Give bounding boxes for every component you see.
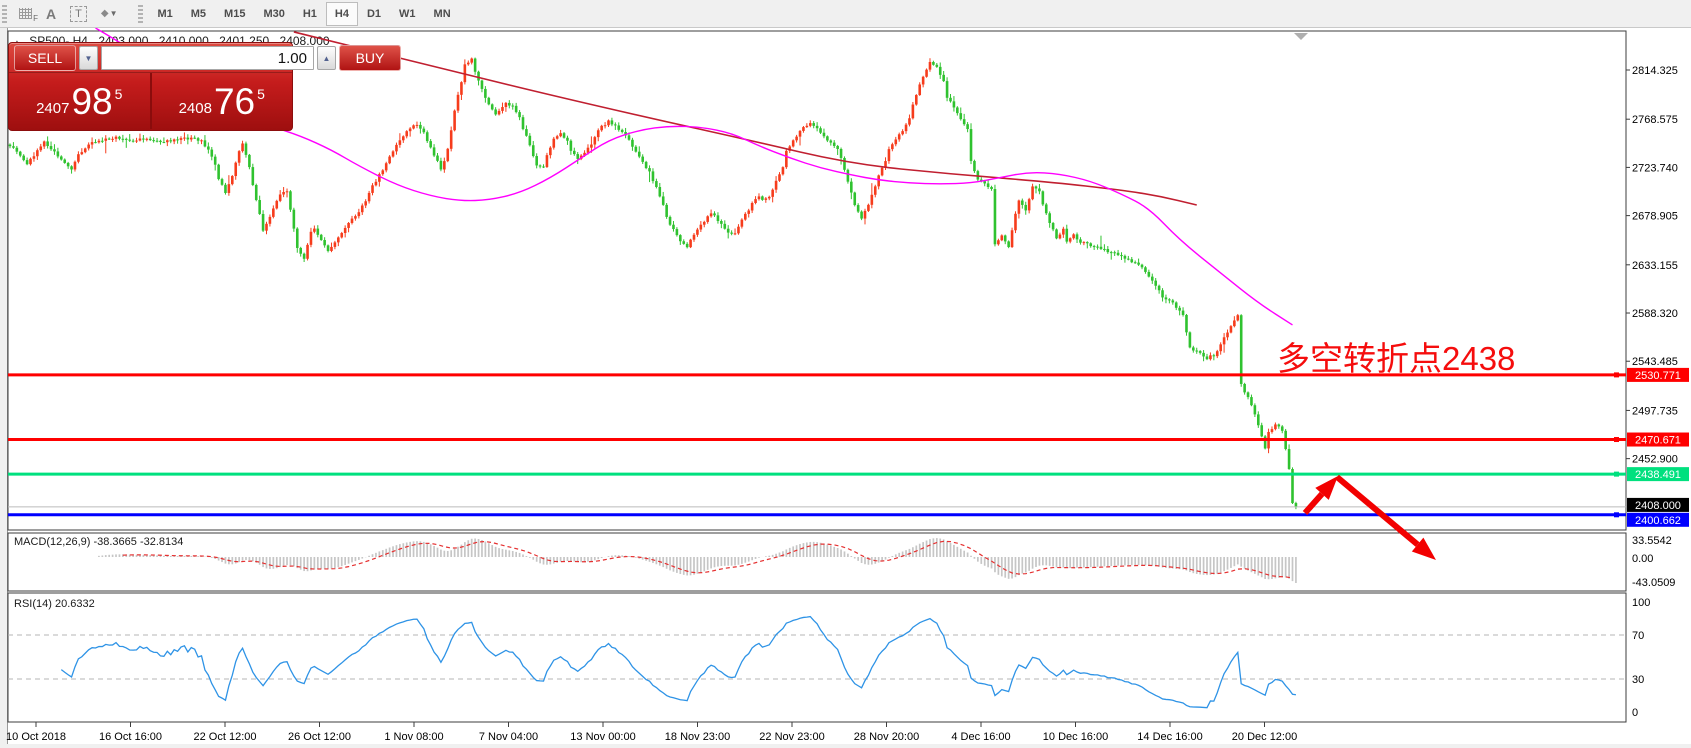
- timeframe-button-m1[interactable]: M1: [148, 2, 181, 26]
- timeframe-button-mn[interactable]: MN: [425, 2, 460, 26]
- sell-price-small: 2407: [36, 100, 69, 117]
- svg-text:10 Oct 2018: 10 Oct 2018: [6, 731, 66, 743]
- horizontal-line-2470.671[interactable]: [8, 437, 1626, 442]
- svg-text:4 Dec 16:00: 4 Dec 16:00: [951, 731, 1010, 743]
- svg-text:22 Oct 12:00: 22 Oct 12:00: [194, 731, 257, 743]
- up-arrow-annotation[interactable]: [1305, 476, 1338, 513]
- svg-text:2768.575: 2768.575: [1632, 114, 1678, 126]
- svg-text:2678.905: 2678.905: [1632, 211, 1678, 223]
- svg-text:0: 0: [1632, 707, 1638, 719]
- macd-indicator-label: MACD(12,26,9) -38.3665 -32.8134: [14, 536, 183, 548]
- macd-axis: 33.5542 0.00 -43.0509: [1632, 535, 1675, 589]
- one-click-prices: 2407 98 5 2408 76 5: [9, 73, 292, 129]
- chevron-down-icon: ▼: [110, 9, 118, 18]
- svg-text:18 Nov 23:00: 18 Nov 23:00: [665, 731, 730, 743]
- chart-window: ▲ SP500-,H4 2403.000 2410.000 2401.250 2…: [0, 28, 1691, 748]
- svg-text:2530.771: 2530.771: [1635, 370, 1681, 382]
- volume-input[interactable]: [101, 46, 314, 70]
- tile-windows-button[interactable]: F: [12, 3, 39, 25]
- tile-windows-icon: F: [19, 8, 32, 19]
- svg-text:2408.000: 2408.000: [1635, 500, 1681, 512]
- svg-text:-43.0509: -43.0509: [1632, 577, 1675, 589]
- shapes-icon: ◆: [101, 8, 107, 19]
- buy-price-sup: 5: [257, 86, 265, 102]
- sell-price[interactable]: 2407 98 5: [9, 73, 150, 129]
- svg-text:2400.662: 2400.662: [1635, 515, 1681, 527]
- mt4-application: F A T ◆ ▼ M1M5M15M30H1H4D1W1MN ▲ SP500-,…: [0, 0, 1691, 748]
- sell-button[interactable]: SELL: [14, 45, 76, 71]
- time-axis: 10 Oct 2018 16 Oct 16:00 22 Oct 12:00 26 Oc…: [6, 722, 1297, 743]
- rsi-indicator-label: RSI(14) 20.6332: [14, 598, 95, 610]
- buy-price[interactable]: 2408 76 5: [150, 73, 293, 129]
- text-label-button[interactable]: T: [63, 3, 94, 25]
- svg-text:2497.735: 2497.735: [1632, 405, 1678, 417]
- svg-text:2723.740: 2723.740: [1632, 162, 1678, 174]
- chart-canvas: 2814.325 2768.575 2723.740 2678.905 2633.155…: [0, 28, 1691, 748]
- rsi-axis: 100 70 30 0: [1632, 597, 1650, 719]
- toolbar-grip[interactable]: [138, 5, 143, 23]
- svg-text:1 Nov 08:00: 1 Nov 08:00: [384, 731, 443, 743]
- svg-text:70: 70: [1632, 630, 1644, 642]
- svg-text:0.00: 0.00: [1632, 553, 1653, 565]
- rsi-levels: [8, 635, 1626, 679]
- slow-ma-line: [294, 32, 1197, 205]
- svg-text:100: 100: [1632, 597, 1650, 609]
- svg-text:7 Nov 04:00: 7 Nov 04:00: [479, 731, 538, 743]
- one-click-trading-panel: SELL ▼ ▲ BUY 2407 98 5 2408 76 5: [8, 42, 293, 131]
- toolbar-grip[interactable]: [2, 5, 7, 23]
- timeframe-button-h1[interactable]: H1: [294, 2, 326, 26]
- volume-increase-button[interactable]: ▲: [317, 46, 336, 70]
- svg-text:2470.671: 2470.671: [1635, 435, 1681, 447]
- timeframe-button-m15[interactable]: M15: [215, 2, 254, 26]
- svg-text:2588.320: 2588.320: [1632, 308, 1678, 320]
- svg-text:2543.485: 2543.485: [1632, 356, 1678, 368]
- chart-shift-marker-icon: [1294, 33, 1308, 40]
- svg-text:28 Nov 20:00: 28 Nov 20:00: [854, 731, 919, 743]
- timeframe-button-m30[interactable]: M30: [254, 2, 293, 26]
- price-badge-2438.491: 2438.491: [1627, 467, 1689, 481]
- text-a-icon: A: [46, 6, 56, 22]
- svg-text:16 Oct 16:00: 16 Oct 16:00: [99, 731, 162, 743]
- svg-text:20 Dec 12:00: 20 Dec 12:00: [1232, 731, 1297, 743]
- macd-histogram: [99, 538, 1296, 583]
- timeframe-button-w1[interactable]: W1: [390, 2, 425, 26]
- current-price-badge: 2408.000: [1627, 498, 1689, 512]
- price-badge-2530.771: 2530.771: [1627, 368, 1689, 382]
- one-click-top-row: SELL ▼ ▲ BUY: [9, 43, 292, 73]
- svg-text:2438.491: 2438.491: [1635, 469, 1681, 481]
- buy-price-small: 2408: [179, 100, 212, 117]
- volume-decrease-button[interactable]: ▼: [79, 46, 98, 70]
- insert-text-button[interactable]: A: [39, 3, 63, 25]
- svg-text:22 Nov 23:00: 22 Nov 23:00: [759, 731, 824, 743]
- timeframe-button-h4[interactable]: H4: [326, 2, 358, 26]
- svg-text:2452.900: 2452.900: [1632, 454, 1678, 466]
- text-label-icon: T: [70, 6, 87, 22]
- buy-button[interactable]: BUY: [339, 45, 401, 71]
- svg-text:10 Dec 16:00: 10 Dec 16:00: [1043, 731, 1108, 743]
- sell-price-sup: 5: [115, 86, 123, 102]
- svg-text:33.5542: 33.5542: [1632, 535, 1672, 547]
- price-badge-2400.662: 2400.662: [1627, 513, 1689, 527]
- svg-text:30: 30: [1632, 674, 1644, 686]
- toolbar: F A T ◆ ▼ M1M5M15M30H1H4D1W1MN: [0, 0, 1691, 28]
- timeframe-bar: M1M5M15M30H1H4D1W1MN: [148, 2, 459, 26]
- rsi-line: [61, 617, 1296, 708]
- price-axis: 2814.325 2768.575 2723.740 2678.905 2633.155…: [1626, 65, 1678, 466]
- horizontal-line-2438.491[interactable]: [8, 472, 1626, 477]
- buy-price-big: 76: [214, 83, 255, 120]
- svg-text:2814.325: 2814.325: [1632, 65, 1678, 77]
- text-annotation[interactable]: 多空转折点2438: [1277, 332, 1515, 380]
- timeframe-button-m5[interactable]: M5: [182, 2, 215, 26]
- draw-objects-button[interactable]: ◆ ▼: [94, 3, 125, 25]
- timeframe-button-d1[interactable]: D1: [358, 2, 390, 26]
- svg-text:2633.155: 2633.155: [1632, 260, 1678, 272]
- down-arrow-annotation[interactable]: [1337, 477, 1436, 560]
- svg-text:26 Oct 12:00: 26 Oct 12:00: [288, 731, 351, 743]
- svg-text:13 Nov 00:00: 13 Nov 00:00: [570, 731, 635, 743]
- svg-text:14 Dec 16:00: 14 Dec 16:00: [1137, 731, 1202, 743]
- sell-price-big: 98: [71, 83, 112, 120]
- price-badge-2470.671: 2470.671: [1627, 433, 1689, 447]
